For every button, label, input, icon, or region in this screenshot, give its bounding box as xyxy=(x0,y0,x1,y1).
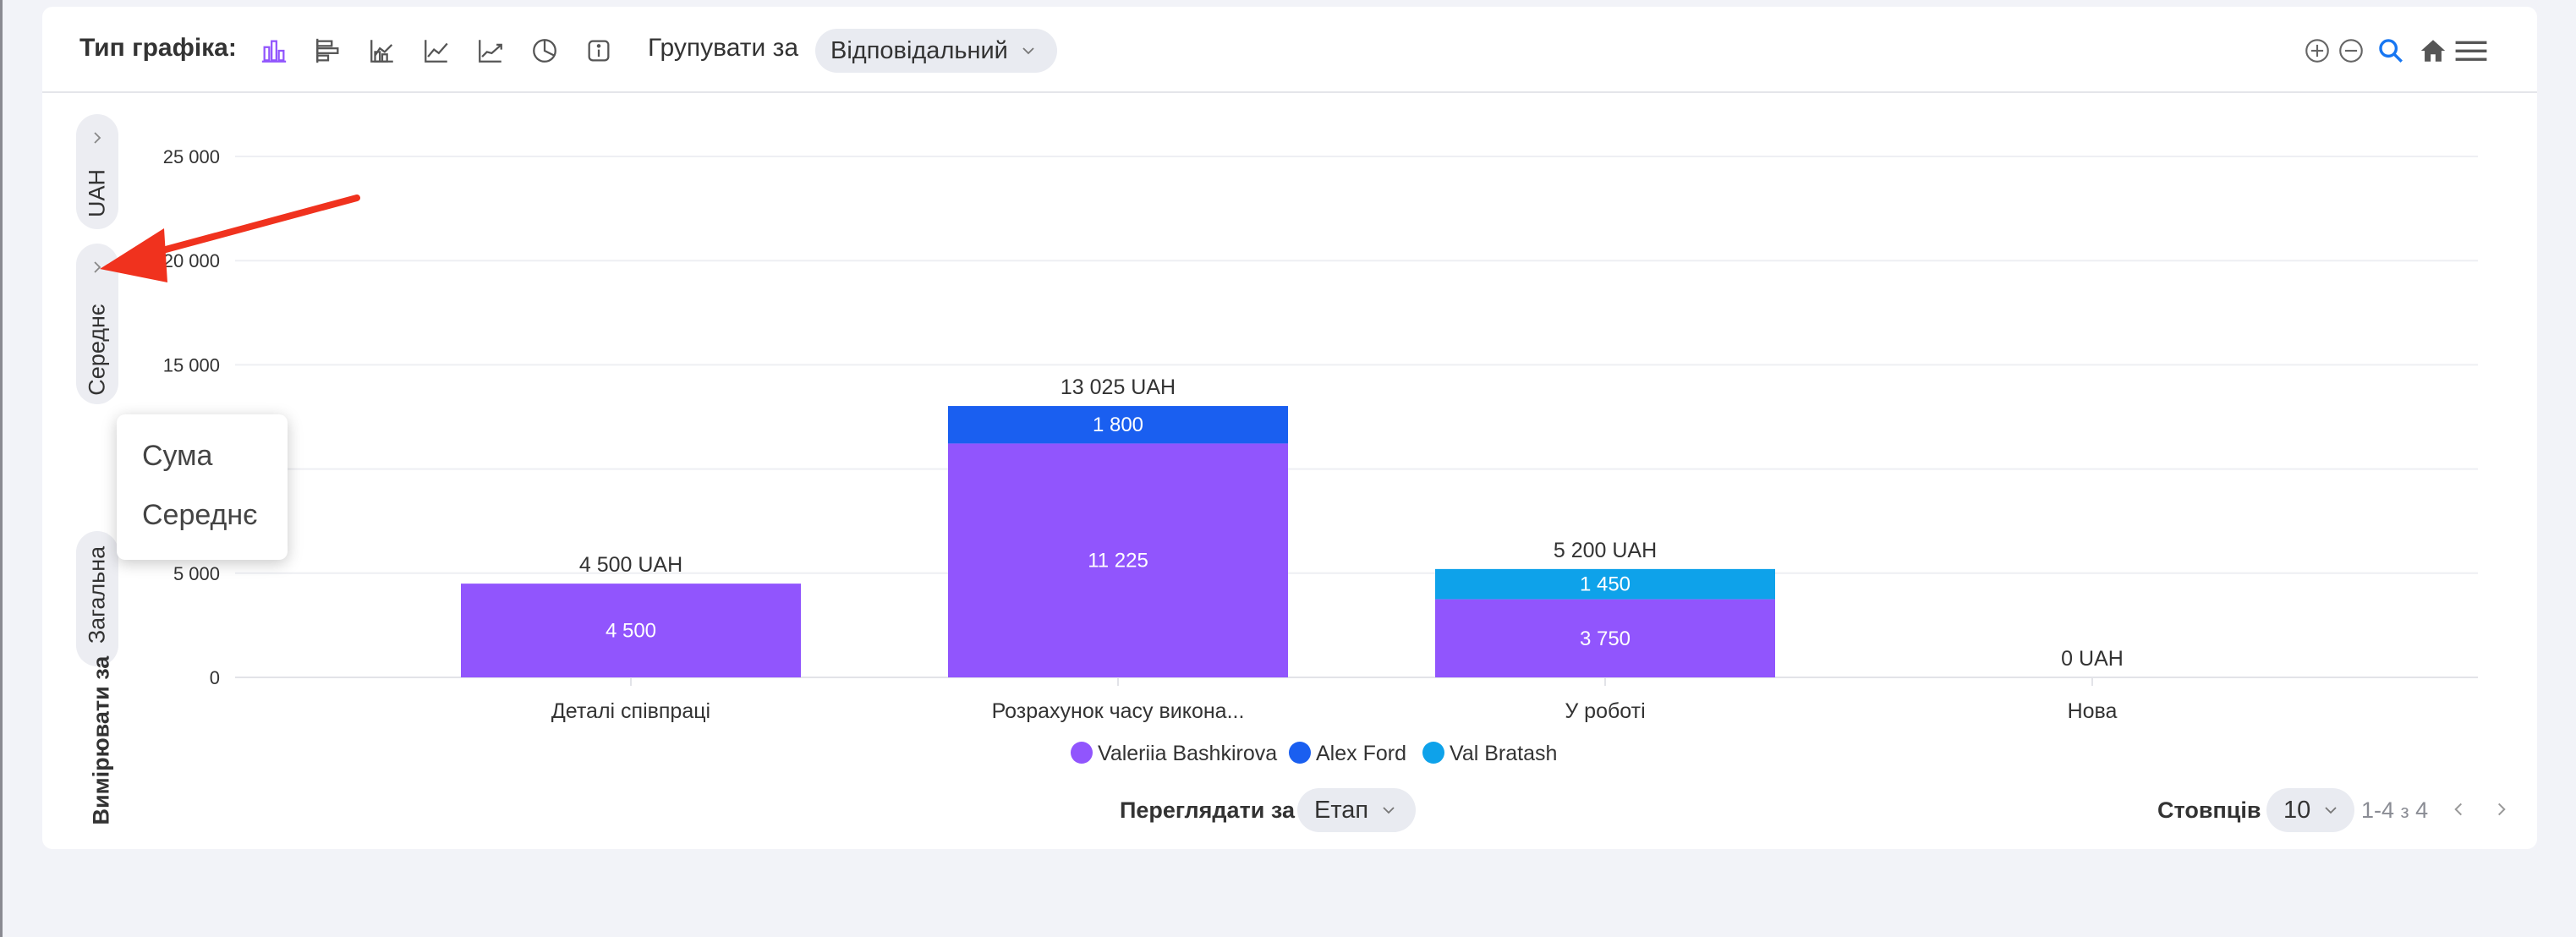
annotation-arrow-head xyxy=(100,228,167,282)
annotation-overlay xyxy=(100,195,360,282)
annotation-arrow-shaft xyxy=(140,195,360,259)
